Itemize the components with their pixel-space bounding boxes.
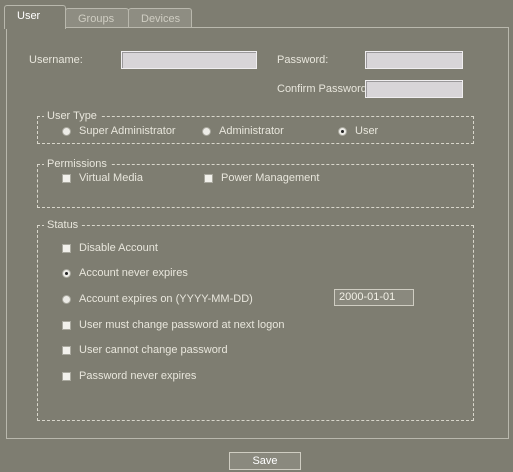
checkbox-must-change-password[interactable]: User must change password at next logon <box>62 318 284 332</box>
checkbox-icon <box>62 371 71 381</box>
tab-groups[interactable]: Groups <box>65 8 129 28</box>
tab-devices[interactable]: Devices <box>128 8 192 28</box>
radio-selected-icon <box>62 268 71 278</box>
checkbox-cannot-change-password[interactable]: User cannot change password <box>62 343 228 357</box>
radio-selected-icon <box>338 126 347 136</box>
radio-super-administrator[interactable]: Super Administrator <box>62 124 176 138</box>
checkbox-disable-account-label: Disable Account <box>79 242 158 254</box>
confirm-password-label: Confirm Password: <box>277 83 370 95</box>
radio-account-never-expires[interactable]: Account never expires <box>62 266 188 280</box>
radio-account-never-expires-label: Account never expires <box>79 267 188 279</box>
checkbox-power-management[interactable]: Power Management <box>204 171 319 185</box>
save-button[interactable]: Save <box>229 452 301 470</box>
expiry-date-field[interactable]: 2000-01-01 <box>334 289 414 306</box>
permissions-group: Permissions Virtual Media Power Manageme… <box>37 158 474 208</box>
tab-devices-label: Devices <box>141 13 181 25</box>
save-button-label: Save <box>252 455 278 467</box>
checkbox-virtual-media-label: Virtual Media <box>79 172 143 184</box>
password-label: Password: <box>277 54 329 66</box>
username-label: Username: <box>29 54 83 66</box>
checkbox-icon <box>62 345 71 355</box>
expiry-date-value: 2000-01-01 <box>339 291 396 303</box>
confirm-password-field[interactable] <box>365 80 463 98</box>
status-group: Status Disable Account Account never exp… <box>37 219 474 421</box>
tab-bar: User Groups Devices <box>4 4 509 29</box>
radio-super-administrator-label: Super Administrator <box>79 125 176 137</box>
radio-icon <box>62 294 71 304</box>
radio-icon <box>202 126 211 136</box>
checkbox-cannot-change-password-label: User cannot change password <box>79 344 228 356</box>
checkbox-password-never-expires-label: Password never expires <box>79 370 197 382</box>
radio-administrator[interactable]: Administrator <box>202 124 284 138</box>
checkbox-power-management-label: Power Management <box>221 172 320 184</box>
user-type-group: User Type Super Administrator Administra… <box>37 110 474 144</box>
checkbox-disable-account[interactable]: Disable Account <box>62 241 158 255</box>
checkbox-icon <box>204 173 213 183</box>
tab-user-label: User <box>17 10 41 22</box>
radio-account-expires-on-label: Account expires on (YYYY-MM-DD) <box>79 293 253 305</box>
checkbox-virtual-media[interactable]: Virtual Media <box>62 171 143 185</box>
checkbox-icon <box>62 243 71 253</box>
tab-groups-label: Groups <box>78 13 115 25</box>
permissions-legend: Permissions <box>44 158 110 171</box>
password-field[interactable] <box>365 51 463 69</box>
username-field[interactable] <box>121 51 257 69</box>
radio-user-label: User <box>355 125 379 137</box>
status-legend: Status <box>44 219 82 232</box>
tab-user[interactable]: User <box>4 5 66 29</box>
radio-account-expires-on[interactable]: Account expires on (YYYY-MM-DD) <box>62 292 253 306</box>
checkbox-icon <box>62 320 71 330</box>
user-panel: Username: Password: Confirm Password: Us… <box>6 27 509 439</box>
radio-icon <box>62 126 71 136</box>
checkbox-icon <box>62 173 71 183</box>
radio-user[interactable]: User <box>338 124 378 138</box>
checkbox-must-change-password-label: User must change password at next logon <box>79 319 285 331</box>
user-type-legend: User Type <box>44 110 100 123</box>
checkbox-password-never-expires[interactable]: Password never expires <box>62 369 196 383</box>
radio-administrator-label: Administrator <box>219 125 284 137</box>
